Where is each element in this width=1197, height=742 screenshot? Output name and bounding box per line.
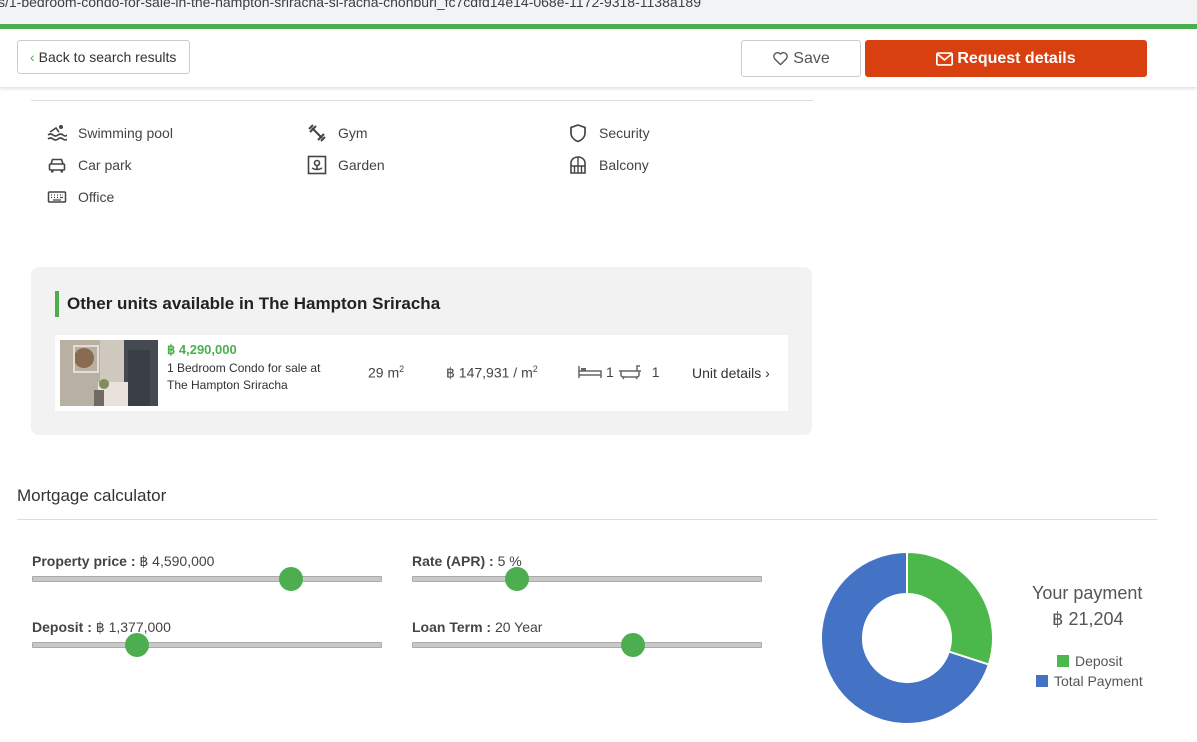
- amenity-swimming-pool: Swimming pool: [47, 123, 173, 143]
- heart-icon: [773, 52, 789, 66]
- rate-slider[interactable]: [412, 576, 762, 582]
- legend-label-total-payment: Total Payment: [1054, 673, 1143, 689]
- amenity-label: Garden: [338, 157, 385, 173]
- amenity-balcony: Balcony: [568, 155, 649, 175]
- legend-label-deposit: Deposit: [1075, 653, 1123, 669]
- amenity-label: Balcony: [599, 157, 649, 173]
- amenity-security: Security: [568, 123, 650, 143]
- back-label: Back to search results: [38, 49, 177, 65]
- unit-details-label: Unit details: [692, 365, 762, 381]
- deposit-slider[interactable]: [32, 642, 382, 648]
- request-label: Request details: [957, 49, 1076, 67]
- bathroom-count: 1: [651, 364, 660, 380]
- loan-term-slider[interactable]: [412, 642, 762, 648]
- payment-donut-chart: [820, 551, 994, 725]
- amenity-label: Car park: [78, 157, 132, 173]
- unit-card[interactable]: ฿ 4,290,000 1 Bedroom Condo for sale at …: [55, 335, 788, 411]
- address-bar[interactable]: s/1-bedroom-condo-for-sale-in-the-hampto…: [0, 0, 1197, 24]
- loan-term-slider-thumb[interactable]: [620, 633, 645, 657]
- payment-label: Your payment: [1032, 583, 1143, 603]
- legend-swatch-total-payment: [1036, 675, 1048, 687]
- dumbbell-icon: [308, 124, 326, 142]
- save-label: Save: [793, 49, 830, 67]
- legend-total-payment[interactable]: Total Payment: [1036, 673, 1143, 689]
- unit-price: ฿ 4,290,000: [167, 342, 237, 357]
- unit-rooms: 1 1: [578, 364, 660, 380]
- unit-details-link[interactable]: Unit details ›: [692, 365, 770, 381]
- flower-icon: [307, 155, 327, 175]
- deposit-slider-thumb[interactable]: [125, 633, 149, 657]
- deposit-key: Deposit :: [32, 619, 92, 635]
- amenity-car-park: Car park: [47, 155, 132, 175]
- property-price-key: Property price :: [32, 553, 136, 569]
- balcony-icon: [570, 156, 586, 174]
- mortgage-divider: [17, 519, 1157, 520]
- unit-ppsm-value: ฿ 147,931 / m: [446, 364, 533, 381]
- property-price-value: ฿ 4,590,000: [139, 553, 215, 569]
- legend-deposit[interactable]: Deposit: [1057, 653, 1122, 669]
- other-units-panel: Other units available in The Hampton Sri…: [31, 267, 812, 435]
- mortgage-title: Mortgage calculator: [17, 486, 167, 505]
- rate-key: Rate (APR) :: [412, 553, 494, 569]
- save-button[interactable]: Save: [741, 40, 861, 77]
- amenity-garden: Garden: [307, 155, 385, 175]
- amenity-label: Swimming pool: [78, 125, 173, 141]
- shield-icon: [570, 124, 586, 143]
- property-price-slider-thumb[interactable]: [279, 567, 303, 591]
- request-details-button[interactable]: Request details: [865, 40, 1147, 77]
- car-icon: [48, 158, 66, 173]
- amenity-label: Gym: [338, 125, 368, 141]
- chevron-right-icon: ›: [765, 365, 770, 381]
- amenity-label: Office: [78, 189, 115, 205]
- envelope-icon: [936, 51, 954, 66]
- unit-price-per-sqm: ฿ 147,931 / m2: [446, 364, 538, 382]
- donut-slice-deposit[interactable]: [906, 551, 994, 666]
- back-to-search-button[interactable]: ‹ Back to search results: [17, 40, 190, 74]
- unit-size-sup: 2: [399, 364, 405, 374]
- keyboard-icon: [47, 191, 67, 203]
- amenity-label: Security: [599, 125, 650, 141]
- url-text: s/1-bedroom-condo-for-sale-in-the-hampto…: [0, 0, 701, 10]
- bathtub-icon: [618, 365, 641, 380]
- property-price-label: Property price : ฿ 4,590,000: [32, 553, 214, 570]
- payment-value: ฿ 21,204: [1052, 609, 1124, 629]
- loan-term-label: Loan Term : 20 Year: [412, 619, 542, 635]
- bed-icon: [578, 366, 602, 378]
- deposit-label: Deposit : ฿ 1,377,000: [32, 619, 171, 636]
- unit-size: 29 m2: [368, 364, 404, 381]
- other-units-title: Other units available in The Hampton Sri…: [55, 291, 440, 317]
- amenity-office: Office: [47, 187, 114, 207]
- swimming-pool-icon: [47, 125, 67, 141]
- loan-term-key: Loan Term :: [412, 619, 492, 635]
- sticky-header: ‹ Back to search results Save Request de…: [0, 29, 1197, 87]
- unit-photo-image: [60, 340, 158, 406]
- bedroom-count: 1: [606, 364, 614, 380]
- legend-swatch-deposit: [1057, 655, 1069, 667]
- unit-size-value: 29 m: [368, 364, 400, 381]
- section-divider: [31, 100, 813, 101]
- property-price-slider[interactable]: [32, 576, 382, 582]
- unit-name: 1 Bedroom Condo for sale at The Hampton …: [167, 361, 321, 392]
- unit-ppsm-sup: 2: [532, 364, 538, 374]
- unit-photo[interactable]: [60, 340, 158, 406]
- rate-label: Rate (APR) : 5 %: [412, 553, 522, 569]
- loan-term-value: 20 Year: [494, 619, 543, 635]
- amenity-gym: Gym: [307, 123, 368, 143]
- rate-slider-thumb[interactable]: [505, 567, 529, 591]
- chevron-left-icon: ‹: [30, 49, 35, 65]
